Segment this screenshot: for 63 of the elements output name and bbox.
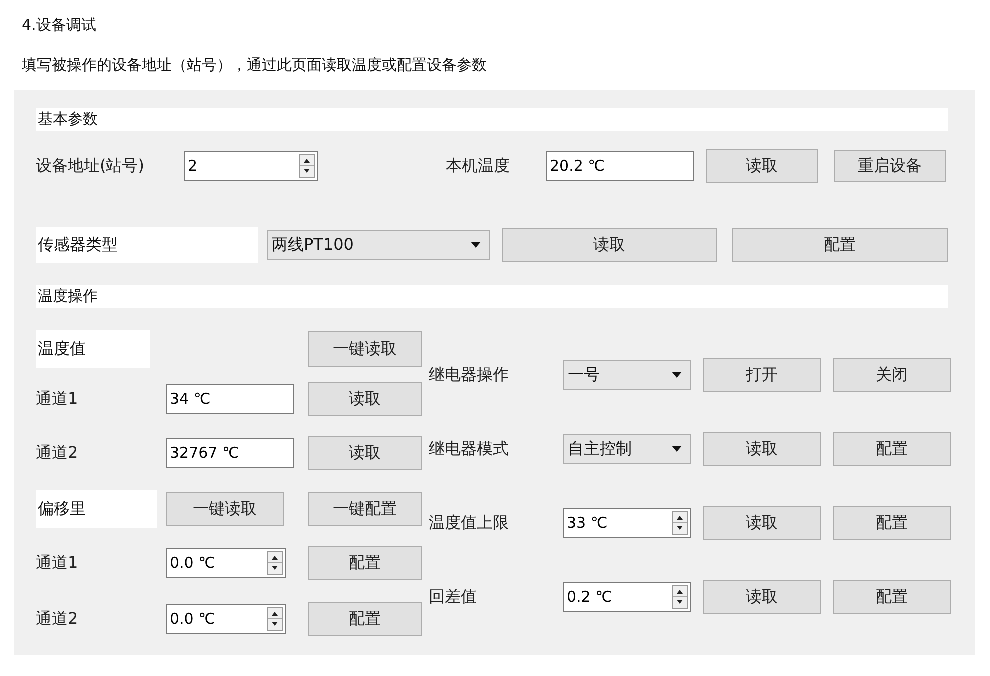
field-label: 传感器类型: [36, 227, 258, 263]
button[interactable]: 配置: [308, 546, 422, 580]
spin-box[interactable]: 0.0 ℃: [166, 548, 286, 578]
dropdown-value: 一号: [568, 364, 600, 386]
spin-box[interactable]: 2: [184, 151, 318, 181]
field-label: 设备地址(站号): [36, 156, 146, 176]
button[interactable]: 读取: [308, 436, 422, 470]
field-label: 偏移里: [36, 490, 157, 528]
field-label: 继电器模式: [429, 438, 510, 460]
field-label: 通道2: [36, 608, 80, 630]
button[interactable]: 配置: [833, 432, 951, 466]
field-label: 温度值上限: [429, 512, 510, 534]
field-label: 通道1: [36, 552, 80, 574]
dropdown[interactable]: 两线PT100: [267, 230, 490, 260]
input-field[interactable]: 32767 ℃: [166, 438, 294, 468]
button[interactable]: 读取: [703, 506, 821, 540]
spin-arrows-icon[interactable]: [299, 154, 315, 178]
spin-arrows-icon[interactable]: [672, 585, 688, 609]
dropdown[interactable]: 一号: [563, 360, 691, 390]
dropdown-value: 两线PT100: [272, 234, 354, 256]
section-heading: 4.设备调试: [22, 16, 98, 36]
input-field[interactable]: 34 ℃: [166, 384, 294, 414]
dropdown-value: 自主控制: [568, 438, 632, 460]
spin-box[interactable]: 0.2 ℃: [563, 582, 691, 612]
button[interactable]: 读取: [706, 149, 818, 183]
spin-box[interactable]: 33 ℃: [563, 508, 691, 538]
input-field[interactable]: 0.2 ℃: [564, 588, 672, 606]
spin-arrows-icon[interactable]: [672, 511, 688, 535]
button[interactable]: 配置: [833, 506, 951, 540]
field-label: 温度值: [36, 330, 150, 368]
spin-arrows-icon[interactable]: [267, 551, 283, 575]
button[interactable]: 配置: [732, 228, 948, 262]
spin-box[interactable]: 0.0 ℃: [166, 604, 286, 634]
field-label: 本机温度: [446, 156, 511, 176]
caret-icon: [672, 372, 682, 378]
input-field[interactable]: 33 ℃: [564, 514, 672, 532]
button[interactable]: 配置: [308, 602, 422, 636]
button[interactable]: 一键读取: [166, 492, 284, 526]
caret-icon: [471, 242, 481, 248]
field-label: 通道1: [36, 388, 80, 410]
button[interactable]: 读取: [703, 580, 821, 614]
input-field[interactable]: 20.2 ℃: [546, 151, 694, 181]
button[interactable]: 读取: [502, 228, 717, 262]
caret-icon: [672, 446, 682, 452]
button[interactable]: 读取: [703, 432, 821, 466]
dropdown[interactable]: 自主控制: [563, 434, 691, 464]
button[interactable]: 读取: [308, 382, 422, 416]
button[interactable]: 一键配置: [308, 492, 422, 526]
button[interactable]: 重启设备: [834, 150, 946, 182]
intro-text: 填写被操作的设备地址（站号），通过此页面读取温度或配置设备参数: [22, 56, 488, 76]
input-field[interactable]: 0.0 ℃: [167, 610, 267, 628]
group-title: 基本参数: [36, 108, 948, 131]
button[interactable]: 打开: [703, 358, 821, 392]
group-title: 温度操作: [36, 285, 948, 308]
button[interactable]: 一键读取: [308, 331, 422, 367]
button[interactable]: 关闭: [833, 358, 951, 392]
spin-arrows-icon[interactable]: [267, 607, 283, 631]
button[interactable]: 配置: [833, 580, 951, 614]
field-label: 继电器操作: [429, 364, 510, 386]
field-label: 回差值: [429, 586, 478, 608]
field-label: 通道2: [36, 442, 80, 464]
input-field[interactable]: 2: [185, 157, 299, 175]
input-field[interactable]: 0.0 ℃: [167, 554, 267, 572]
